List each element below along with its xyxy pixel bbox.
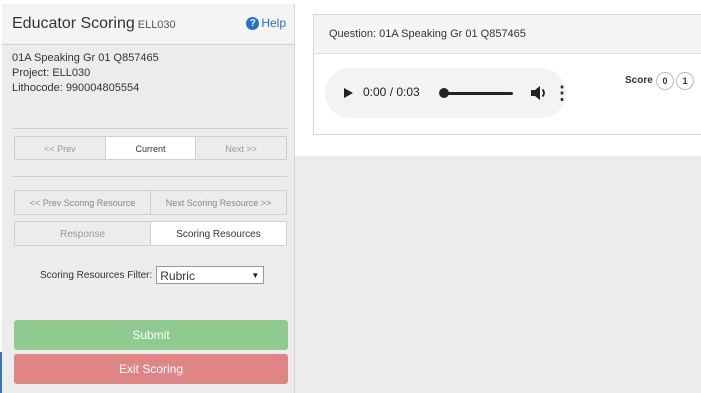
- audio-time: 0:00 / 0:03: [363, 85, 420, 99]
- filter-label: Scoring Resources Filter:: [40, 269, 153, 281]
- audio-progress-handle[interactable]: [439, 88, 449, 98]
- view-tabs: Response Scoring Resources: [14, 221, 287, 246]
- next-resource-button[interactable]: Next Scoring Resource >>: [150, 190, 287, 215]
- question-header: Question: 01A Speaking Gr 01 Q857465: [314, 15, 701, 54]
- more-options-icon[interactable]: ⋮: [553, 83, 571, 103]
- app-title-text: Educator Scoring: [12, 15, 135, 32]
- question-title: Question: 01A Speaking Gr 01 Q857465: [329, 28, 526, 40]
- filter-select[interactable]: Rubric ▼: [156, 266, 265, 284]
- help-label: Help: [261, 16, 286, 30]
- prev-resource-button[interactable]: << Prev Scoring Resource: [14, 190, 151, 215]
- resource-nav: << Prev Scoring Resource Next Scoring Re…: [14, 190, 287, 215]
- tab-scoring-resources[interactable]: Scoring Resources: [150, 221, 287, 246]
- project-code: ELL030: [137, 19, 176, 31]
- dropdown-caret-icon: ▼: [251, 271, 260, 280]
- help-link[interactable]: ? Help: [246, 16, 286, 30]
- current-button[interactable]: Current: [104, 136, 197, 160]
- play-icon[interactable]: [344, 88, 353, 98]
- help-icon: ?: [246, 16, 260, 30]
- audio-player: 0:00 / 0:03 ⋮: [325, 68, 571, 118]
- response-nav: << Prev Current Next >>: [14, 136, 288, 160]
- lithocode: Lithocode: 990004805554: [12, 82, 140, 94]
- filter-value: Rubric: [160, 269, 195, 283]
- next-button[interactable]: Next >>: [195, 136, 288, 160]
- exit-scoring-button[interactable]: Exit Scoring: [14, 354, 288, 384]
- prev-button[interactable]: << Prev: [14, 136, 106, 160]
- volume-icon[interactable]: [530, 83, 548, 103]
- tab-response[interactable]: Response: [14, 221, 151, 246]
- submit-button[interactable]: Submit: [14, 320, 288, 350]
- divider: [12, 176, 287, 177]
- resource-filter: Scoring Resources Filter: Rubric ▼: [40, 266, 265, 284]
- item-name: 01A Speaking Gr 01 Q857465: [12, 52, 159, 64]
- question-panel: Question: 01A Speaking Gr 01 Q857465 0:0…: [313, 14, 701, 135]
- divider: [12, 128, 287, 129]
- project-name: Project: ELL030: [12, 67, 91, 79]
- sidebar-header: Educator Scoring ELL030 ? Help: [2, 4, 294, 45]
- audio-progress-track[interactable]: [441, 92, 513, 95]
- sidebar: Educator Scoring ELL030 ? Help 01A Speaki…: [2, 4, 295, 393]
- item-info: 01A Speaking Gr 01 Q857465 Project: ELL0…: [12, 51, 159, 96]
- score-option-0[interactable]: 0: [656, 72, 674, 90]
- app-title: Educator Scoring ELL030: [12, 15, 176, 33]
- score-option-1[interactable]: 1: [676, 72, 694, 90]
- score-label: Score: [625, 75, 653, 86]
